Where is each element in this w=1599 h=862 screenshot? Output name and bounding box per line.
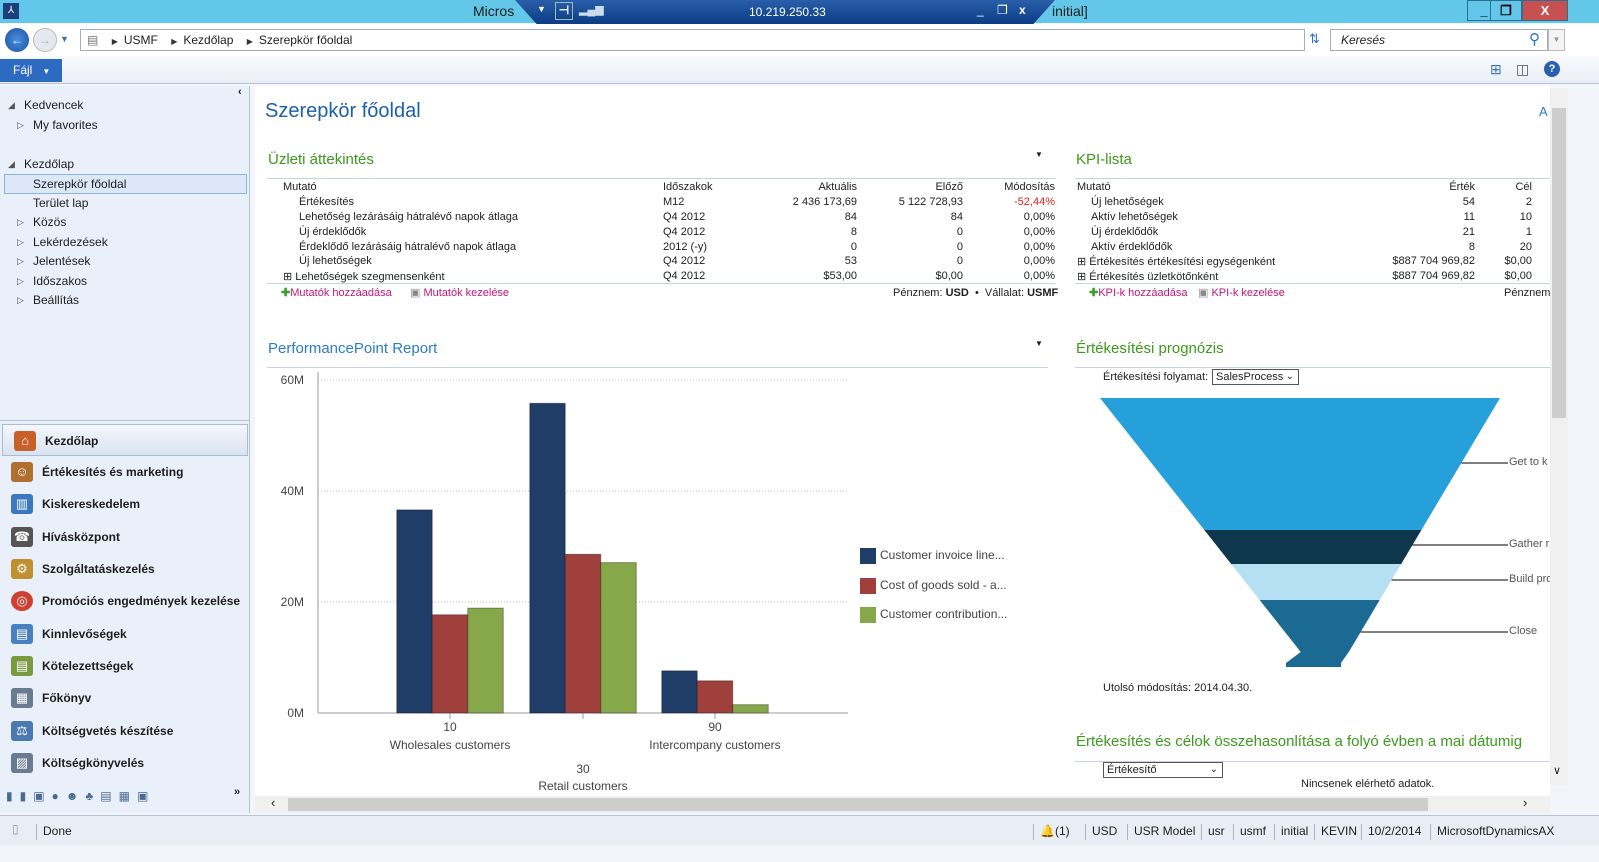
bar — [467, 607, 504, 714]
status-user[interactable]: KEVIN — [1314, 824, 1357, 840]
legend-swatch — [860, 577, 876, 594]
status-company[interactable]: usmf — [1233, 824, 1266, 840]
legend-item: Cost of goods sold - a... — [860, 577, 1007, 608]
x-category-label: Wholesales customers — [389, 738, 511, 752]
funnel-chart — [1100, 398, 1508, 667]
bar — [431, 614, 469, 714]
horizontal-scrollbar[interactable]: ‹ › — [255, 795, 1550, 813]
scroll-down-icon[interactable]: ∨ — [1553, 764, 1561, 777]
x-tick-label: 10 — [443, 720, 457, 734]
status-bar: ▯ Done 🔔(1) USD USR Model usr usmf initi… — [0, 815, 1599, 845]
chart-legend: Customer invoice line... Cost of goods so… — [860, 548, 1007, 637]
bar — [661, 670, 698, 714]
status-currency[interactable]: USD — [1085, 824, 1117, 840]
funnel-stage — [1100, 398, 1500, 530]
vertical-scrollbar[interactable]: ∨ — [1550, 88, 1568, 785]
bar-chart — [317, 372, 848, 719]
funnel-stage — [1204, 530, 1422, 564]
bell-icon: 🔔 — [1040, 824, 1055, 838]
y-axis-labels: 0M 20M 40M 60M — [259, 372, 309, 732]
y-tick-label: 20M — [280, 595, 304, 609]
legend-label: Customer contribution... — [880, 607, 1008, 622]
alerts-indicator[interactable]: 🔔(1) — [1033, 824, 1070, 840]
funnel-stage — [1231, 564, 1402, 600]
bar — [396, 509, 433, 714]
bar — [696, 680, 734, 714]
funnel-stage — [1259, 600, 1380, 652]
x-category-label: Retail customers — [538, 779, 628, 793]
bar — [732, 704, 769, 714]
status-date[interactable]: 10/2/2014 — [1361, 824, 1421, 840]
charts-layer — [317, 372, 1508, 719]
legend-swatch — [860, 607, 876, 623]
search-dropdown-icon[interactable]: ▼ — [1548, 29, 1565, 51]
x-category-label: Intercompany customers — [649, 738, 781, 752]
document-icon: ▯ — [12, 822, 19, 836]
scroll-thumb[interactable] — [1552, 108, 1566, 418]
legend-swatch — [860, 548, 876, 564]
x-tick-label: 30 — [576, 762, 590, 776]
scroll-thumb[interactable] — [288, 798, 1428, 811]
status-partition[interactable]: initial — [1274, 824, 1308, 840]
status-layer[interactable]: usr — [1201, 824, 1225, 840]
legend-label: Cost of goods sold - a... — [880, 577, 1007, 592]
y-tick-label: 60M — [280, 373, 304, 387]
scroll-right-icon[interactable]: › — [1523, 795, 1527, 810]
bar — [564, 553, 602, 714]
legend-label: Customer invoice line... — [880, 548, 1005, 563]
bar — [600, 562, 637, 714]
legend-item: Customer contribution... — [860, 607, 1007, 637]
status-server[interactable]: MicrosoftDynamicsAX — [1430, 824, 1554, 840]
y-tick-label: 0M — [287, 706, 304, 720]
y-tick-label: 40M — [280, 484, 304, 498]
bar — [529, 402, 566, 714]
status-model[interactable]: USR Model — [1127, 824, 1195, 840]
scroll-left-icon[interactable]: ‹ — [271, 795, 275, 810]
x-tick-label: 90 — [708, 720, 722, 734]
funnel-neck — [1286, 652, 1349, 667]
legend-item: Customer invoice line... — [860, 548, 1007, 578]
status-text: Done — [36, 824, 72, 840]
